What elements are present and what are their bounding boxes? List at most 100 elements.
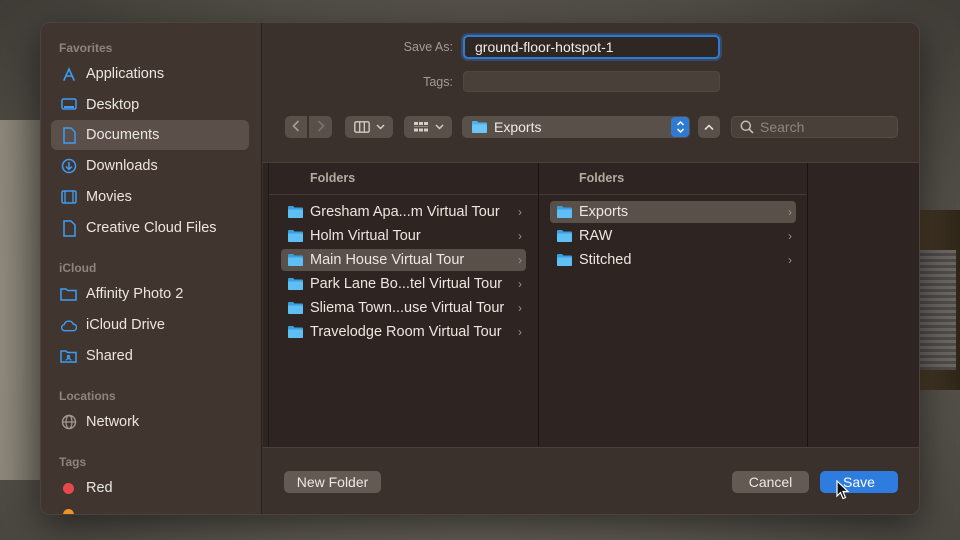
main-panel: Save As: ground-floor-hotspot-1 Tags: Ex… bbox=[263, 23, 919, 514]
chevron-right-icon bbox=[317, 119, 325, 135]
sidebar-item-movies[interactable]: Movies bbox=[51, 182, 249, 212]
chevron-left-icon bbox=[292, 119, 300, 135]
folder-row-label: Travelodge Room Virtual Tour bbox=[310, 324, 502, 340]
forward-button[interactable] bbox=[309, 116, 332, 138]
folder-icon bbox=[60, 286, 77, 303]
collapse-button[interactable] bbox=[698, 116, 720, 138]
save-button[interactable]: Save bbox=[820, 471, 898, 493]
sidebar-item-network[interactable]: Network bbox=[51, 407, 249, 437]
chevron-right-icon: › bbox=[518, 205, 522, 219]
chevron-right-icon: › bbox=[518, 229, 522, 243]
folder-row-label: Sliema Town...use Virtual Tour bbox=[310, 300, 505, 316]
grid-icon bbox=[413, 121, 429, 133]
sidebar-item-downloads[interactable]: Downloads bbox=[51, 151, 249, 181]
location-popup[interactable]: Exports bbox=[462, 116, 690, 138]
column-divider bbox=[538, 163, 539, 447]
red-tag-dot-icon bbox=[63, 482, 74, 494]
file-icon bbox=[60, 219, 77, 237]
folder-icon bbox=[471, 120, 488, 134]
sidebar-item-icloud-drive[interactable]: iCloud Drive bbox=[51, 310, 249, 340]
folder-icon bbox=[287, 205, 304, 219]
sidebar-item-label: Downloads bbox=[86, 158, 158, 174]
sidebar-item-shared[interactable]: Shared bbox=[51, 341, 249, 371]
location-popup-label: Exports bbox=[494, 119, 542, 135]
folder-row-label: Holm Virtual Tour bbox=[310, 228, 421, 244]
new-folder-button[interactable]: New Folder bbox=[284, 471, 381, 493]
sidebar-item-label: Red bbox=[86, 480, 113, 496]
chevron-down-icon bbox=[375, 124, 385, 130]
applications-icon bbox=[60, 66, 77, 83]
folder-row[interactable]: RAW › bbox=[550, 225, 796, 247]
folder-row-selected[interactable]: Main House Virtual Tour › bbox=[281, 249, 526, 271]
folder-icon bbox=[287, 325, 304, 339]
folder-icon bbox=[287, 229, 304, 243]
sidebar-item-label: iCloud Drive bbox=[86, 317, 165, 333]
sidebar: Favorites Applications Desktop Documents… bbox=[41, 23, 262, 514]
search-icon bbox=[740, 120, 754, 134]
folder-icon bbox=[556, 205, 573, 219]
background-window bbox=[916, 210, 960, 390]
cancel-button[interactable]: Cancel bbox=[732, 471, 809, 493]
folder-row[interactable]: Holm Virtual Tour › bbox=[281, 225, 526, 247]
column-header-divider bbox=[539, 194, 807, 195]
save-as-input[interactable]: ground-floor-hotspot-1 bbox=[463, 35, 720, 59]
chevron-right-icon: › bbox=[518, 253, 522, 267]
folder-icon bbox=[556, 253, 573, 267]
downloads-icon bbox=[60, 158, 77, 175]
shared-folder-icon bbox=[60, 348, 77, 365]
sidebar-item-label: Network bbox=[86, 414, 140, 430]
folder-icon bbox=[287, 277, 304, 291]
desktop-icon bbox=[60, 97, 77, 114]
view-mode-button[interactable] bbox=[345, 116, 393, 138]
sidebar-item-documents[interactable]: Documents bbox=[51, 120, 249, 150]
back-button[interactable] bbox=[285, 116, 307, 138]
sidebar-item-tag-red[interactable]: Red bbox=[51, 473, 249, 503]
chevron-up-icon bbox=[704, 123, 714, 131]
sidebar-item-affinity-photo-2[interactable]: Affinity Photo 2 bbox=[51, 279, 249, 309]
folder-row-label: Park Lane Bo...tel Virtual Tour bbox=[310, 276, 503, 292]
chevron-right-icon: › bbox=[788, 205, 792, 219]
folder-row-selected[interactable]: Exports › bbox=[550, 201, 796, 223]
sidebar-item-label: Applications bbox=[86, 66, 165, 82]
folder-icon bbox=[556, 229, 573, 243]
folder-row-label: Gresham Apa...m Virtual Tour bbox=[310, 204, 500, 220]
sidebar-section-locations: Locations bbox=[59, 389, 116, 403]
columns-view-icon bbox=[353, 121, 370, 133]
tags-label: Tags: bbox=[423, 75, 453, 89]
sidebar-item-desktop[interactable]: Desktop bbox=[51, 90, 249, 120]
sidebar-section-tags: Tags bbox=[59, 455, 87, 469]
column-browser: Folders Gresham Apa...m Virtual Tour › H… bbox=[263, 162, 919, 448]
folder-row[interactable]: Stitched › bbox=[550, 249, 796, 271]
folder-row[interactable]: Sliema Town...use Virtual Tour › bbox=[281, 297, 526, 319]
chevron-right-icon: › bbox=[788, 253, 792, 267]
save-as-label: Save As: bbox=[403, 40, 453, 54]
chevron-down-icon bbox=[434, 124, 444, 130]
sidebar-item-label: Movies bbox=[86, 189, 132, 205]
chevron-right-icon: › bbox=[788, 229, 792, 243]
folder-row[interactable]: Travelodge Room Virtual Tour › bbox=[281, 321, 526, 343]
column-divider bbox=[268, 163, 269, 447]
sidebar-item-applications[interactable]: Applications bbox=[51, 59, 249, 89]
folder-row-label: Stitched bbox=[579, 252, 632, 268]
sidebar-section-favorites: Favorites bbox=[59, 41, 113, 55]
search-field[interactable]: Search bbox=[731, 116, 898, 138]
save-dialog: Favorites Applications Desktop Documents… bbox=[40, 22, 920, 515]
sidebar-item-label: Creative Cloud Files bbox=[86, 220, 217, 236]
sidebar-item-label: Shared bbox=[86, 348, 133, 364]
column-divider bbox=[807, 163, 808, 447]
column-header: Folders bbox=[310, 171, 356, 185]
cloud-icon bbox=[60, 317, 77, 334]
tags-input[interactable] bbox=[463, 71, 720, 92]
sidebar-section-icloud: iCloud bbox=[59, 261, 97, 275]
chevron-right-icon: › bbox=[518, 325, 522, 339]
folder-row[interactable]: Park Lane Bo...tel Virtual Tour › bbox=[281, 273, 526, 295]
folder-icon bbox=[287, 253, 304, 267]
folder-row-label: Exports bbox=[579, 204, 629, 220]
sidebar-item-label: Desktop bbox=[86, 97, 140, 113]
folder-row-label: RAW bbox=[579, 228, 613, 244]
sidebar-item-creative-cloud-files[interactable]: Creative Cloud Files bbox=[51, 213, 249, 243]
chevron-right-icon: › bbox=[518, 277, 522, 291]
column-header: Folders bbox=[579, 171, 625, 185]
group-by-button[interactable] bbox=[404, 116, 452, 138]
folder-row[interactable]: Gresham Apa...m Virtual Tour › bbox=[281, 201, 526, 223]
